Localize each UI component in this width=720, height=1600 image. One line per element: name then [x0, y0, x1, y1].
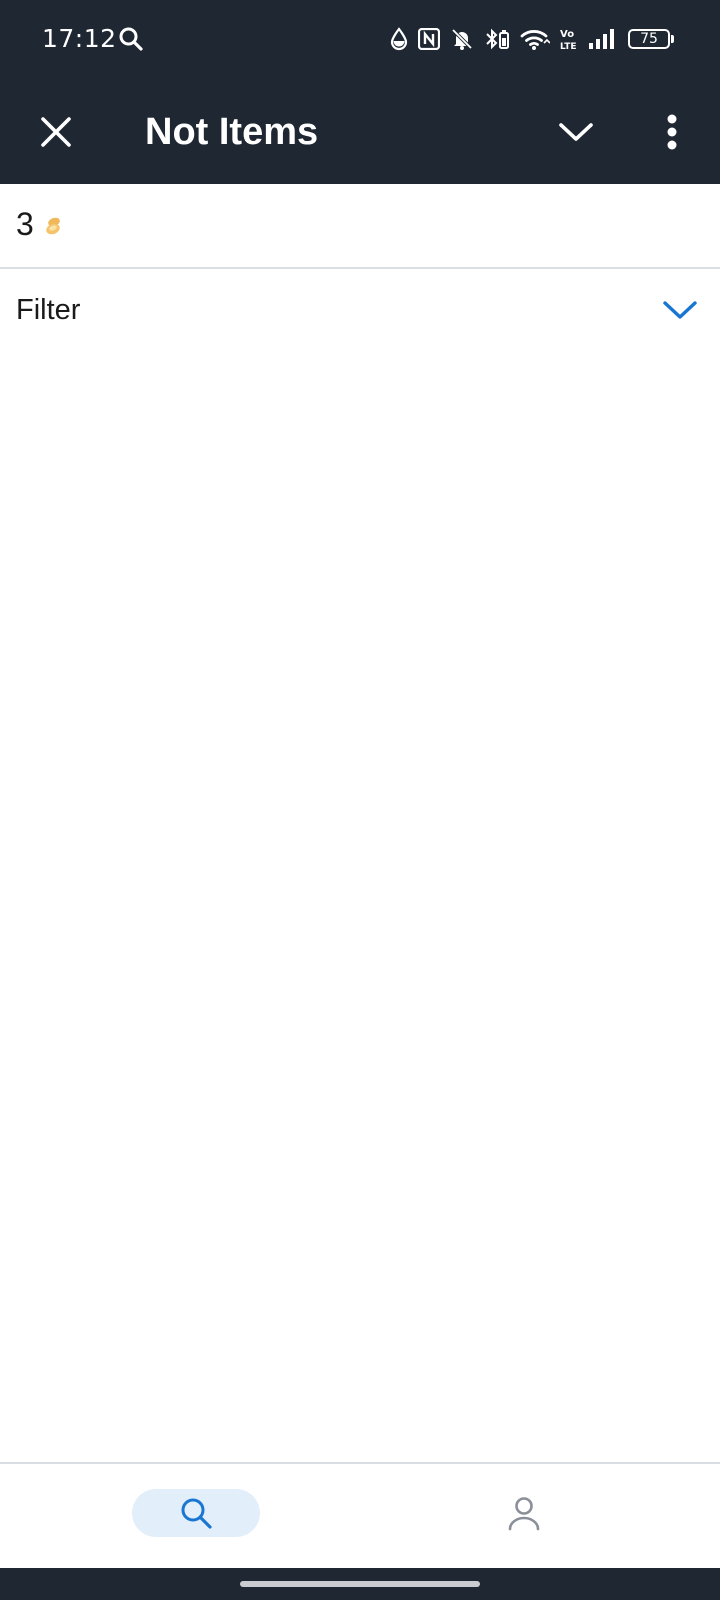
- search-icon: [181, 1498, 212, 1529]
- filter-label: Filter: [16, 294, 81, 326]
- nav-item-search[interactable]: [132, 1489, 260, 1537]
- search-icon: [119, 27, 143, 51]
- volte-icon: Vo LTE: [560, 29, 577, 51]
- status-icons: Vo LTE 75: [390, 24, 674, 54]
- coin-icon: [46, 217, 60, 235]
- wifi-icon: [520, 30, 550, 50]
- svg-text:LTE: LTE: [560, 42, 577, 51]
- filter-expand-button[interactable]: [660, 290, 700, 330]
- count-row: 3: [0, 184, 720, 269]
- chevron-down-icon: [663, 301, 697, 319]
- page-title: Not Items: [145, 111, 319, 153]
- close-icon: [41, 117, 71, 147]
- close-button[interactable]: [30, 106, 82, 158]
- bottom-navigation: [0, 1462, 720, 1568]
- gesture-bar-area: [0, 1568, 720, 1600]
- chevron-down-icon: [559, 123, 593, 141]
- status-time: 17:12: [42, 24, 117, 53]
- bluetooth-icon: [486, 28, 509, 50]
- battery-icon: 75: [628, 29, 674, 49]
- gesture-handle[interactable]: [240, 1581, 480, 1587]
- nav-item-profile[interactable]: [500, 1489, 548, 1537]
- profile-icon: [508, 1497, 540, 1531]
- data-saver-icon: [390, 27, 408, 51]
- more-options-button[interactable]: [648, 106, 696, 158]
- filter-row[interactable]: Filter: [0, 270, 720, 350]
- title-dropdown-button[interactable]: [550, 106, 602, 158]
- status-bar: 17:12 Vo LTE 75: [0, 0, 720, 82]
- bell-off-icon: [451, 28, 473, 50]
- count-value: 3: [16, 206, 34, 242]
- screen: 17:12 Vo LTE 75 Not Items 3 Filter: [0, 0, 720, 1600]
- more-vert-icon: [667, 114, 677, 150]
- app-bar: Not Items: [0, 82, 720, 184]
- signal-icon: [589, 29, 614, 49]
- svg-text:Vo: Vo: [560, 29, 574, 40]
- nfc-icon: [418, 28, 440, 50]
